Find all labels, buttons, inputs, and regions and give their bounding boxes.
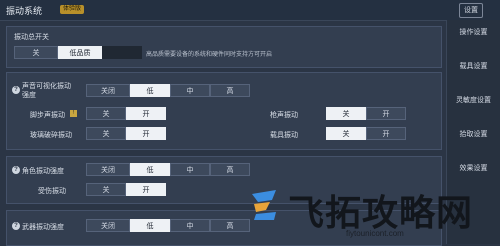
- footstep-off[interactable]: 关: [86, 107, 126, 120]
- vehicle-on[interactable]: 开: [366, 127, 406, 140]
- sidebar-item-controls[interactable]: 操作设置: [447, 22, 500, 44]
- glass-off[interactable]: 关: [86, 127, 126, 140]
- hurt-on[interactable]: 开: [126, 183, 166, 196]
- weapon-level-off[interactable]: 关闭: [86, 219, 130, 232]
- sidebar-item-effects[interactable]: 效果设置: [447, 158, 500, 180]
- glass-on[interactable]: 开: [126, 127, 166, 140]
- gunshot-on[interactable]: 开: [366, 107, 406, 120]
- vehicle-off[interactable]: 关: [326, 127, 366, 140]
- sidebar-item-pickup[interactable]: 拾取设置: [447, 124, 500, 146]
- sound-level-high[interactable]: 高: [210, 84, 250, 97]
- footstep-label: 脚步声振动: [30, 112, 65, 119]
- footstep-on[interactable]: 开: [126, 107, 166, 120]
- sidebar-item-sensitivity[interactable]: 灵敏度设置: [447, 90, 500, 112]
- glass-break-label: 玻璃破碎振动: [30, 132, 72, 139]
- sound-level-medium[interactable]: 中: [170, 84, 210, 97]
- sound-visual-label: 声音可视化振动强度: [22, 83, 71, 99]
- help-icon[interactable]: ?: [12, 166, 20, 174]
- sound-level-off[interactable]: 关闭: [86, 84, 130, 97]
- sound-level-low[interactable]: 低: [130, 84, 170, 97]
- character-level-medium[interactable]: 中: [170, 163, 210, 176]
- character-level-low[interactable]: 低: [130, 163, 170, 176]
- character-level-off[interactable]: 关闭: [86, 163, 130, 176]
- gunshot-off[interactable]: 关: [326, 107, 366, 120]
- settings-button[interactable]: 设置: [459, 3, 483, 18]
- new-tag-icon: !: [70, 110, 77, 117]
- watermark-url: fiytounicont.com: [346, 229, 404, 238]
- sidebar-item-vehicle[interactable]: 载具设置: [447, 56, 500, 78]
- character-level-high[interactable]: 高: [210, 163, 250, 176]
- master-hint: 高品质需要设备的系统和硬件同时支持方可开启: [146, 52, 273, 58]
- help-icon[interactable]: ?: [12, 222, 20, 230]
- character-level-label: 角色振动强度: [22, 168, 64, 175]
- hurt-vibration-label: 受伤振动: [38, 188, 66, 195]
- hurt-off[interactable]: 关: [86, 183, 126, 196]
- beta-badge: 体验版: [60, 5, 85, 14]
- weapon-level-low[interactable]: 低: [130, 219, 170, 232]
- master-high-quality-button[interactable]: [102, 46, 142, 59]
- master-switch-label: 振动总开关: [14, 34, 49, 41]
- weapon-level-label: 武器振动强度: [22, 224, 64, 231]
- weapon-level-medium[interactable]: 中: [170, 219, 210, 232]
- master-off-button[interactable]: 关: [14, 46, 58, 59]
- gunshot-label: 枪声振动: [270, 112, 298, 119]
- weapon-level-high[interactable]: 高: [210, 219, 250, 232]
- master-low-quality-button[interactable]: 低品质: [58, 46, 102, 59]
- help-icon[interactable]: ?: [12, 86, 20, 94]
- window-title: 振动系统: [6, 6, 43, 16]
- watermark-logo: [252, 190, 276, 220]
- vehicle-label: 载具振动: [270, 132, 298, 139]
